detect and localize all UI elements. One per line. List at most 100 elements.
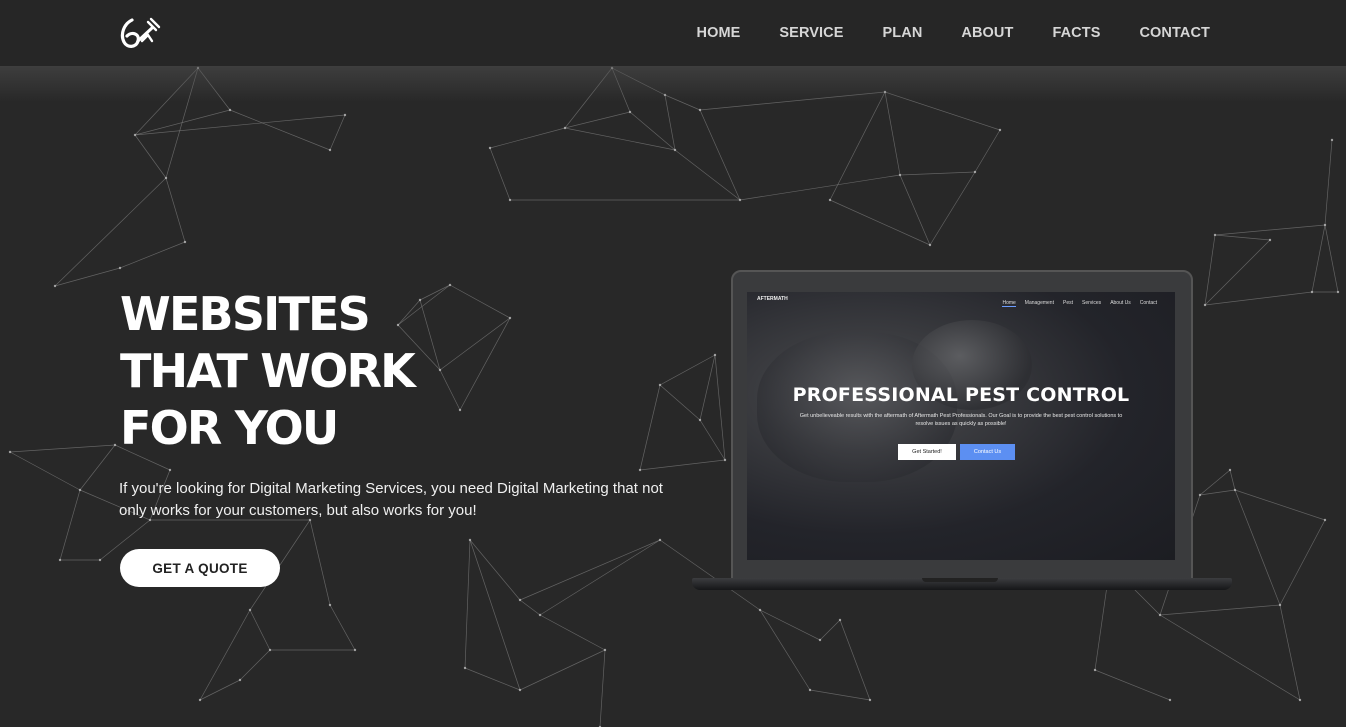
network-line — [9, 444, 116, 453]
network-node — [508, 198, 512, 202]
network-line — [1279, 519, 1326, 606]
network-line — [1159, 614, 1301, 701]
network-node — [488, 146, 492, 150]
network-line — [59, 489, 81, 561]
network-line — [1324, 139, 1333, 226]
network-line — [1324, 224, 1339, 293]
network-node — [228, 108, 232, 112]
network-node — [998, 128, 1002, 132]
network-line — [449, 284, 511, 319]
network-node — [838, 618, 842, 622]
network-line — [739, 174, 901, 201]
network-node — [133, 133, 137, 137]
network-node — [248, 608, 252, 612]
mini-site-title: PROFESSIONAL PEST CONTROL — [792, 384, 1130, 406]
network-line — [829, 91, 886, 201]
network-line — [1159, 604, 1281, 616]
network-line — [489, 147, 511, 201]
network-line — [664, 94, 676, 151]
network-line — [439, 369, 461, 411]
network-line — [229, 109, 331, 151]
network-node — [183, 240, 187, 244]
network-node — [164, 176, 168, 180]
network-node — [418, 298, 422, 302]
network-line — [564, 111, 631, 129]
network-node — [973, 170, 977, 174]
network-line — [599, 649, 606, 727]
mini-nav-item: Contact — [1139, 300, 1157, 306]
network-line — [134, 114, 346, 136]
network-line — [1311, 224, 1326, 293]
network-line — [539, 539, 661, 616]
network-line — [519, 599, 541, 616]
network-node — [698, 108, 702, 112]
network-node — [1336, 290, 1340, 294]
nav-service[interactable]: SERVICE — [779, 25, 843, 41]
mini-nav-item: Pest — [1062, 300, 1073, 306]
network-node — [1298, 698, 1302, 702]
network-line — [464, 539, 471, 669]
network-node — [563, 126, 567, 130]
network-node — [198, 698, 202, 702]
network-line — [329, 114, 346, 151]
network-node — [638, 468, 642, 472]
network-node — [868, 698, 872, 702]
network-line — [309, 519, 331, 606]
network-node — [238, 678, 242, 682]
network-line — [629, 111, 676, 151]
mini-nav-item: Home — [1002, 300, 1016, 307]
network-line — [759, 609, 811, 691]
network-node — [448, 283, 452, 287]
top-navbar: HOME SERVICE PLAN ABOUT FACTS CONTACT — [0, 0, 1346, 66]
laptop-notch — [922, 578, 998, 582]
network-line — [199, 679, 241, 701]
network-line — [439, 317, 511, 371]
network-line — [519, 649, 606, 691]
mini-site-subtitle: Get unbelieveable results with the after… — [799, 413, 1123, 427]
nav-home[interactable]: HOME — [697, 25, 741, 41]
network-line — [469, 539, 521, 601]
network-line — [564, 127, 676, 151]
get-a-quote-button[interactable]: GET A QUOTE — [120, 549, 280, 587]
network-line — [809, 689, 871, 701]
network-line — [829, 199, 931, 246]
network-node — [1323, 223, 1327, 227]
network-node — [508, 316, 512, 320]
network-line — [1214, 234, 1271, 241]
network-node — [78, 488, 82, 492]
network-node — [538, 613, 542, 617]
network-line — [9, 451, 81, 491]
network-node — [438, 368, 442, 372]
network-node — [458, 408, 462, 412]
network-node — [1330, 138, 1334, 142]
network-node — [738, 198, 742, 202]
network-node — [898, 173, 902, 177]
network-node — [343, 113, 347, 117]
network-line — [79, 444, 116, 491]
network-node — [53, 284, 57, 288]
network-line — [419, 284, 451, 301]
hero-title: WEBSITES THAT WORK FOR YOU — [120, 286, 416, 457]
network-line — [639, 384, 661, 471]
network-line — [165, 177, 186, 243]
network-node — [1158, 613, 1162, 617]
mini-site-nav: Home Management Pest Services About Us C… — [1002, 300, 1157, 307]
network-line — [1279, 604, 1301, 701]
mini-contact-us-button: Contact Us — [960, 444, 1015, 460]
network-line — [464, 667, 521, 691]
network-line — [899, 171, 976, 176]
network-line — [929, 171, 976, 246]
nav-about[interactable]: ABOUT — [961, 25, 1013, 41]
mini-nav-item: Management — [1024, 300, 1054, 306]
logo-icon[interactable] — [118, 14, 162, 52]
network-line — [54, 177, 167, 287]
nav-plan[interactable]: PLAN — [883, 25, 923, 41]
network-node — [118, 266, 122, 270]
nav-facts[interactable]: FACTS — [1052, 25, 1100, 41]
nav-contact[interactable]: CONTACT — [1139, 25, 1210, 41]
network-node — [1093, 668, 1097, 672]
mini-site-logo: AFTERMATH — [757, 296, 788, 302]
network-line — [119, 241, 186, 269]
network-node — [1268, 238, 1272, 242]
network-node — [468, 538, 472, 542]
